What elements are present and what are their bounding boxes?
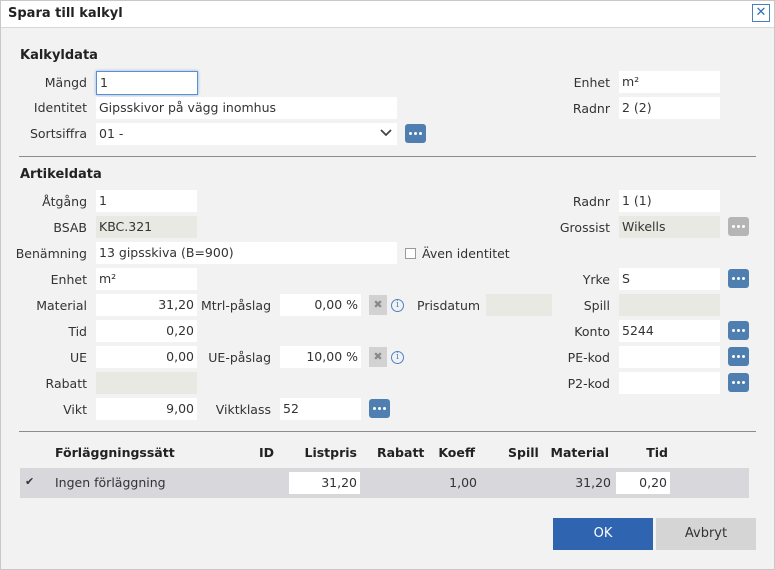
mtrl-paslag-input[interactable]: 0,00 % [280,294,361,316]
table-row[interactable]: ✔ Ingen förläggning 31,20 1,00 31,20 0,2… [20,468,749,498]
kalkyldata-heading: Kalkyldata [20,48,98,63]
info-icon[interactable]: i [391,299,404,312]
mangd-input[interactable]: 1 [96,71,198,95]
art-radnr-input[interactable]: 1 (1) [619,190,720,212]
ue-label: UE [69,350,87,365]
info-icon[interactable]: i [391,351,404,364]
grossist-input: Wikells [619,216,720,238]
aven-identitet-checkbox[interactable] [405,248,416,259]
vikt-label: Vikt [63,402,87,417]
cancel-button[interactable]: Avbryt [656,518,756,550]
col-koeff: Koeff [438,445,475,460]
row-koeff: 1,00 [449,475,477,490]
bsab-label: BSAB [53,220,87,235]
row-material: 31,20 [575,475,611,490]
grossist-more-button [728,217,749,236]
col-tid: Tid [646,445,668,460]
yrke-more-button[interactable] [728,269,749,288]
art-radnr-label: Radnr [572,194,610,209]
prisdatum-input [486,294,552,316]
clear-mtrl-paslag-icon[interactable]: ✖ [369,295,387,315]
identitet-input[interactable]: Gipsskivor på vägg inomhus [96,97,397,119]
sortsiffra-more-button[interactable] [405,124,426,143]
chevron-down-icon [379,126,393,144]
mtrl-paslag-label: Mtrl-påslag [201,298,271,313]
p2kod-more-button[interactable] [728,373,749,392]
row-checkbox[interactable]: ✔ [25,475,34,488]
kalk-enhet-input[interactable]: m² [619,71,720,93]
pekod-label: PE-kod [567,350,610,365]
aven-identitet-label: Även identitet [422,246,510,261]
konto-more-button[interactable] [728,321,749,340]
p2kod-label: P2-kod [567,376,610,391]
atgang-label: Åtgång [42,194,87,209]
ue-input[interactable]: 0,00 [96,346,197,368]
mangd-label: Mängd [44,75,87,90]
benamning-label: Benämning [15,246,87,261]
col-id: ID [259,445,275,460]
col-forlaggning: Förläggningssätt [55,445,175,460]
p2kod-input[interactable] [619,372,720,394]
kalk-radnr-input[interactable]: 2 (2) [619,97,720,119]
tid-input[interactable]: 0,20 [96,320,197,342]
col-material: Material [550,445,610,460]
yrke-label: Yrke [582,272,610,287]
spill-input [619,294,720,316]
bsab-input: KBC.321 [96,216,197,238]
clear-ue-paslag-icon[interactable]: ✖ [369,347,387,367]
atgang-input[interactable]: 1 [96,190,197,212]
kalk-enhet-label: Enhet [573,75,610,90]
col-listpris: Listpris [304,445,357,460]
tid-label: Tid [68,324,87,339]
rabatt-input [96,372,197,394]
sortsiffra-value: 01 - [99,126,124,141]
viktklass-label: Viktklass [215,402,271,417]
col-spill: Spill [508,445,539,460]
pekod-more-button[interactable] [728,347,749,366]
spill-label: Spill [583,298,610,313]
identitet-label: Identitet [33,100,87,115]
col-rabatt: Rabatt [377,445,425,460]
kalk-radnr-label: Radnr [572,101,610,116]
art-enhet-label: Enhet [50,272,87,287]
konto-label: Konto [574,324,610,339]
divider [19,431,756,432]
material-input[interactable]: 31,20 [96,294,197,316]
save-to-calculation-dialog: Spara till kalkyl ✕ Kalkyldata Mängd 1 I… [0,0,775,570]
title-bar: Spara till kalkyl ✕ [1,1,774,28]
ok-button[interactable]: OK [553,518,653,550]
sortsiffra-select[interactable]: 01 - [96,123,397,145]
grossist-label: Grossist [559,220,610,235]
art-enhet-input[interactable]: m² [96,268,197,290]
viktklass-input[interactable]: 52 [280,398,361,420]
benamning-input[interactable]: 13 gipsskiva (B=900) [96,242,397,264]
vikt-input[interactable]: 9,00 [96,398,197,420]
row-listpris-input[interactable]: 31,20 [289,472,360,494]
dialog-title: Spara till kalkyl [8,6,123,21]
prisdatum-label: Prisdatum [417,298,481,313]
ue-paslag-label: UE-påslag [208,350,271,365]
pekod-input[interactable] [619,346,720,368]
konto-input[interactable]: 5244 [619,320,720,342]
divider [19,156,756,157]
material-label: Material [36,298,87,313]
row-tid-input[interactable]: 0,20 [616,472,670,494]
ue-paslag-input[interactable]: 10,00 % [280,346,361,368]
viktklass-more-button[interactable] [369,399,390,418]
yrke-input[interactable]: S [619,268,720,290]
rabatt-label: Rabatt [45,376,87,391]
sortsiffra-label: Sortsiffra [29,126,87,141]
artikeldata-heading: Artikeldata [20,167,102,182]
row-forlaggning: Ingen förläggning [55,475,166,490]
close-icon[interactable]: ✕ [752,4,770,22]
